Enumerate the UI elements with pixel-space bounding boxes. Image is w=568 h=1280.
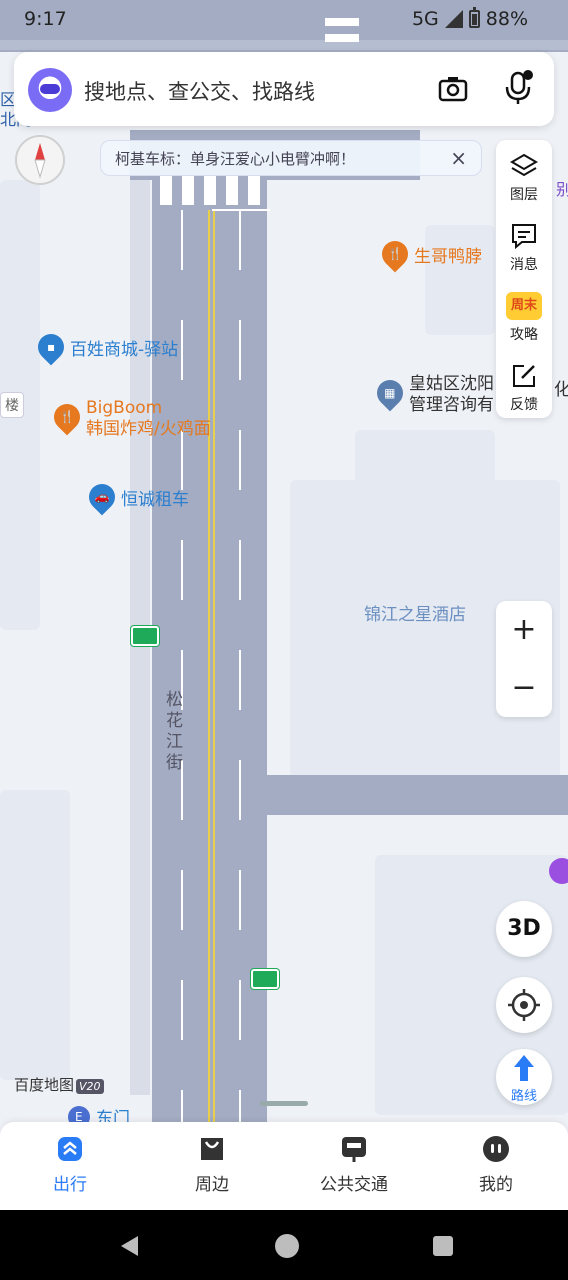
tool-feedback-button[interactable]: 反馈 — [496, 354, 552, 418]
poi-label: 恒诚租车 — [121, 489, 189, 510]
poi-huanggu-consulting[interactable]: ▦ 皇姑区沈阳 管理咨询有 — [371, 374, 494, 416]
tab-public-transit[interactable]: 公共交通 — [294, 1134, 414, 1195]
poi-label: 韩国炸鸡/火鸡面 — [86, 419, 211, 439]
brand-watermark: 百度地图 V20 — [14, 1074, 104, 1095]
close-icon[interactable]: × — [450, 146, 467, 170]
poi-label: 百姓商城-驿站 — [70, 339, 179, 360]
search-input[interactable]: 搜地点、查公交、找路线 — [84, 76, 315, 106]
notice-banner[interactable]: 柯基车标：单身汪爱心小电臂冲啊！ × — [100, 140, 482, 176]
route-arrow-icon — [514, 1055, 534, 1081]
battery-icon — [468, 7, 480, 28]
poi-shengge-yabo[interactable]: 🍴 生哥鸭脖 — [376, 235, 482, 273]
drag-handle[interactable] — [260, 1101, 308, 1106]
route-label: 路线 — [510, 1089, 537, 1104]
edge-label: 化 — [554, 380, 568, 400]
tab-mine[interactable]: 我的 — [436, 1134, 556, 1195]
home-icon[interactable] — [274, 1233, 300, 1259]
travel-icon — [58, 1137, 82, 1161]
brand-version: V20 — [76, 1079, 104, 1094]
tool-guide-button[interactable]: 周末 攻略 — [496, 284, 552, 348]
poi-label: 管理咨询有 — [409, 395, 494, 415]
locate-button[interactable] — [496, 977, 552, 1033]
battery-level: 88% — [485, 8, 528, 30]
network-type: 5G — [411, 8, 439, 30]
edge-label: 楼 — [0, 392, 24, 418]
zoom-out-button[interactable]: − — [496, 659, 552, 717]
poi-hengcheng-car-rental[interactable]: 🚗 恒诚租车 — [83, 478, 189, 516]
tab-label: 出行 — [53, 1175, 87, 1195]
nearby-bag-icon — [201, 1138, 223, 1160]
bus-stop-icon[interactable] — [131, 626, 159, 646]
brand-name: 百度地图 — [14, 1076, 75, 1094]
poi-label: BigBoom — [86, 398, 163, 418]
tool-label: 攻略 — [510, 327, 538, 343]
tool-messages-button[interactable]: 消息 — [496, 214, 552, 278]
tool-label: 消息 — [510, 257, 538, 273]
tab-nearby[interactable]: 周边 — [152, 1134, 272, 1195]
notice-text: 柯基车标：单身汪爱心小电臂冲啊！ — [115, 149, 356, 168]
recents-icon[interactable] — [431, 1234, 455, 1258]
microphone-icon[interactable] — [504, 70, 534, 106]
poi-label: 皇姑区沈阳 — [409, 374, 494, 394]
tab-label: 周边 — [195, 1175, 229, 1195]
weekend-guide-icon: 周末 — [506, 292, 542, 320]
tab-label: 我的 — [479, 1175, 513, 1195]
layers-icon — [510, 153, 538, 177]
street-label: 松花江街 — [162, 690, 182, 774]
compass-icon[interactable] — [15, 135, 65, 185]
food-icon: 🍴 — [48, 398, 86, 436]
status-bar: 9:17 5G 88% — [0, 0, 568, 40]
bus-icon — [342, 1137, 366, 1162]
3d-view-button[interactable]: 3D — [496, 901, 552, 957]
edge-label: 别 — [556, 180, 568, 199]
tool-label: 反馈 — [510, 397, 538, 413]
locate-icon — [508, 989, 540, 1021]
office-icon: ▦ — [371, 374, 409, 412]
assistant-avatar-icon[interactable] — [28, 68, 72, 112]
poi-bigboom[interactable]: 🍴 BigBoom 韩国炸鸡/火鸡面 — [48, 398, 211, 440]
purple-poi-icon[interactable] — [549, 858, 568, 884]
tool-layers-button[interactable]: 图层 — [496, 144, 552, 208]
route-button[interactable]: 路线 — [496, 1049, 552, 1105]
car-icon: 🚗 — [83, 478, 121, 516]
signal-icon — [444, 10, 463, 28]
system-navigation-bar — [0, 1210, 568, 1280]
back-icon[interactable] — [118, 1234, 142, 1258]
camera-icon[interactable] — [438, 74, 468, 104]
tab-travel[interactable]: 出行 — [10, 1134, 130, 1195]
feedback-edit-icon — [513, 365, 535, 387]
map-tool-panel: 图层 消息 周末 攻略 反馈 — [496, 140, 552, 418]
poi-jinjiang-hotel[interactable]: 锦江之星酒店 — [364, 600, 466, 625]
poi-baixing-shop[interactable]: ▪ 百姓商城-驿站 — [32, 328, 179, 366]
profile-icon — [483, 1136, 509, 1162]
status-time: 9:17 — [24, 8, 67, 30]
zoom-controls: + − — [496, 601, 552, 717]
message-icon — [512, 224, 536, 250]
search-bar[interactable]: 搜地点、查公交、找路线 — [14, 52, 554, 126]
tool-label: 图层 — [510, 187, 538, 203]
bottom-tab-bar: 出行 周边 公共交通 我的 — [0, 1122, 568, 1210]
shop-icon: ▪ — [32, 328, 70, 366]
bus-stop-icon[interactable] — [251, 969, 279, 989]
tab-label: 公共交通 — [320, 1175, 388, 1195]
food-icon: 🍴 — [376, 235, 414, 273]
poi-label: 生哥鸭脖 — [414, 246, 482, 267]
zoom-in-button[interactable]: + — [496, 601, 552, 659]
status-indicators: 5G 88% — [411, 7, 528, 30]
